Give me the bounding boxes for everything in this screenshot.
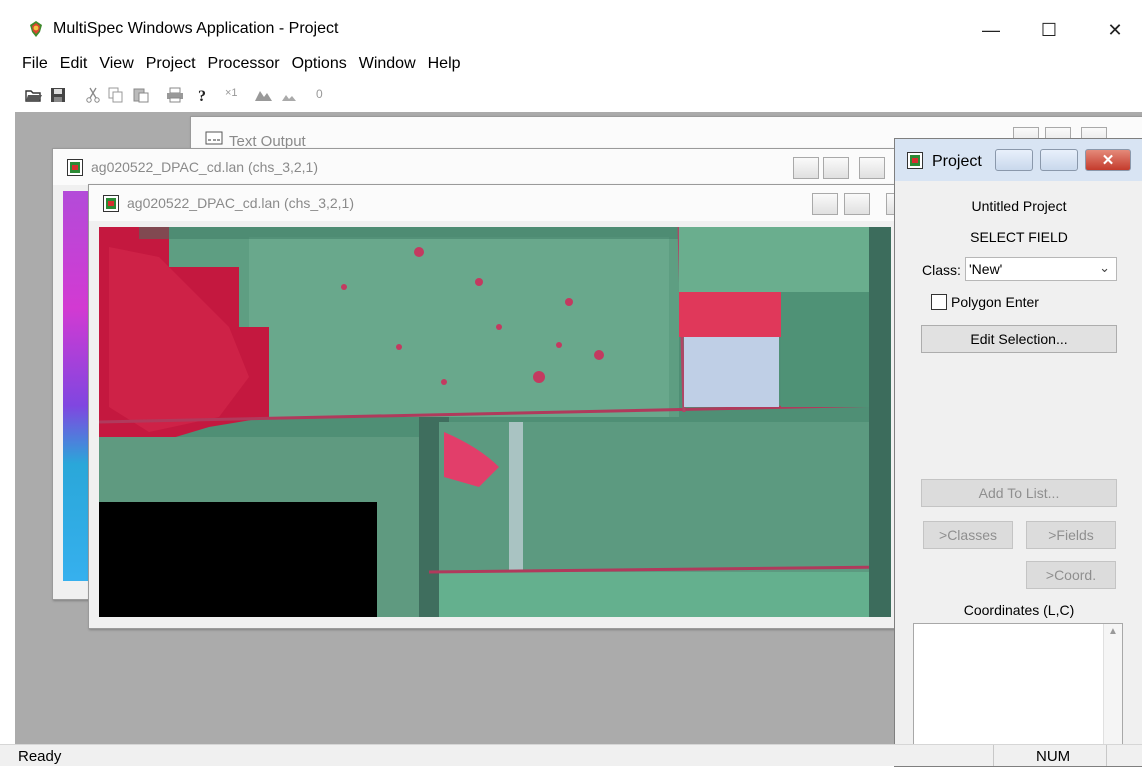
chevron-down-icon: ⌄ xyxy=(1099,260,1110,275)
overlay-icon[interactable]: 0 xyxy=(316,87,332,103)
multispec-logo-icon xyxy=(27,20,45,38)
menu-edit[interactable]: Edit xyxy=(54,55,94,73)
image-back-close-button[interactable] xyxy=(859,157,885,179)
image-front-maximize-button[interactable] xyxy=(844,193,870,215)
copy-icon[interactable] xyxy=(108,87,124,103)
maximize-button[interactable]: ☐ xyxy=(1026,12,1072,48)
image-window-back-title: ag020522_DPAC_cd.lan (chs_3,2,1) xyxy=(91,159,319,175)
minimize-button[interactable]: — xyxy=(968,12,1014,48)
polygon-enter-checkbox[interactable] xyxy=(931,294,947,310)
project-title-bar[interactable]: Project ✕ xyxy=(895,139,1142,181)
project-icon xyxy=(907,152,923,169)
status-divider-2 xyxy=(1106,745,1107,766)
menu-options[interactable]: Options xyxy=(286,55,353,73)
scroll-up-icon[interactable]: ▲ xyxy=(1108,626,1118,637)
zoom-x1-icon[interactable]: ×1 xyxy=(225,87,241,103)
image-window-front-title: ag020522_DPAC_cd.lan (chs_3,2,1) xyxy=(127,195,355,211)
menu-view[interactable]: View xyxy=(93,55,139,73)
class-select-value: 'New' xyxy=(969,261,1003,277)
save-icon[interactable] xyxy=(50,87,66,103)
cut-icon[interactable] xyxy=(85,87,101,103)
image-window-front-title-bar[interactable]: ag020522_DPAC_cd.lan (chs_3,2,1) xyxy=(89,185,900,221)
num-lock-indicator: NUM xyxy=(1036,748,1071,765)
coord-button[interactable]: >Coord. xyxy=(1026,561,1116,589)
paste-icon[interactable] xyxy=(133,87,149,103)
project-close-button[interactable]: ✕ xyxy=(1085,149,1131,171)
image-back-maximize-button[interactable] xyxy=(823,157,849,179)
image-back-content[interactable] xyxy=(63,191,89,581)
project-panel[interactable]: Project ✕ Untitled Project SELECT FIELD … xyxy=(894,138,1142,767)
menu-window[interactable]: Window xyxy=(353,55,422,73)
zoom-out-icon[interactable] xyxy=(280,87,296,103)
text-output-icon xyxy=(205,131,223,148)
project-mode: SELECT FIELD xyxy=(970,229,1068,245)
image-window-front-icon xyxy=(103,195,119,212)
project-minimize-button[interactable] xyxy=(995,149,1033,171)
status-bar: Ready NUM xyxy=(0,744,1142,766)
class-label: Class: xyxy=(922,262,961,278)
image-front-minimize-button[interactable] xyxy=(812,193,838,215)
menu-help[interactable]: Help xyxy=(422,55,467,73)
project-title: Project xyxy=(932,153,982,170)
add-to-list-button[interactable]: Add To List... xyxy=(921,479,1117,507)
coordinates-label: Coordinates (L,C) xyxy=(963,602,1075,618)
satellite-image-view[interactable] xyxy=(99,227,891,617)
fields-button[interactable]: >Fields xyxy=(1026,521,1116,549)
print-icon[interactable] xyxy=(166,87,183,103)
image-window-front[interactable]: ag020522_DPAC_cd.lan (chs_3,2,1) xyxy=(88,184,900,629)
image-window-back-title-bar[interactable]: ag020522_DPAC_cd.lan (chs_3,2,1) xyxy=(53,149,913,185)
status-divider xyxy=(993,745,994,766)
menu-processor[interactable]: Processor xyxy=(202,55,286,73)
toolbar: ? ×1 0 xyxy=(0,79,1142,109)
zoom-in-icon[interactable] xyxy=(254,87,272,103)
app-title: MultiSpec Windows Application - Project xyxy=(53,20,339,37)
app-title-bar: MultiSpec Windows Application - Project … xyxy=(0,0,1142,54)
help-pointer-icon[interactable]: ? xyxy=(196,87,212,105)
project-name: Untitled Project xyxy=(971,198,1067,214)
polygon-enter-label: Polygon Enter xyxy=(951,294,1039,310)
open-folder-icon[interactable] xyxy=(25,87,42,103)
edit-selection-button[interactable]: Edit Selection... xyxy=(921,325,1117,353)
close-button[interactable]: ✕ xyxy=(1092,12,1138,48)
image-back-minimize-button[interactable] xyxy=(793,157,819,179)
image-window-back-icon xyxy=(67,159,83,176)
menu-bar: File Edit View Project Processor Options… xyxy=(0,52,1142,76)
status-text: Ready xyxy=(18,748,62,765)
menu-file[interactable]: File xyxy=(0,55,54,73)
svg-text:?: ? xyxy=(198,88,206,103)
classes-button[interactable]: >Classes xyxy=(923,521,1013,549)
class-select[interactable]: 'New' ⌄ xyxy=(965,257,1117,281)
project-maximize-button[interactable] xyxy=(1040,149,1078,171)
menu-project[interactable]: Project xyxy=(140,55,202,73)
